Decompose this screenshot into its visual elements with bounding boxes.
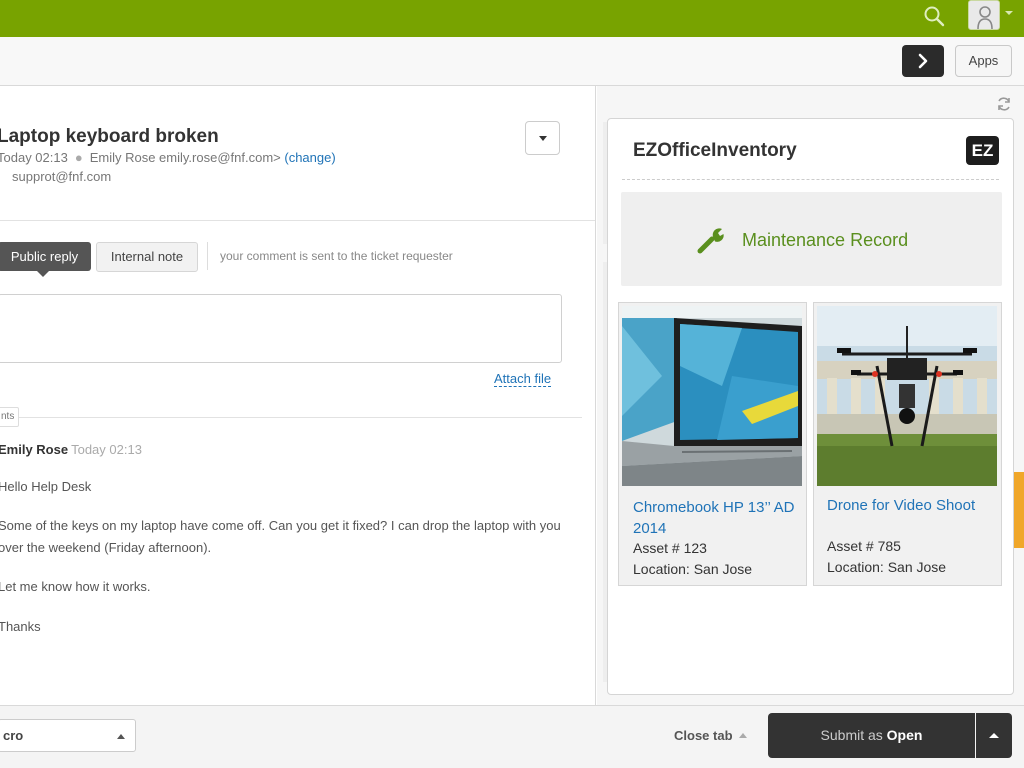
submit-prefix: Submit as [820, 727, 883, 743]
submit-options-button[interactable] [976, 713, 1012, 758]
asset-name-link[interactable]: Drone for Video Shoot [827, 495, 992, 516]
divider [0, 220, 595, 221]
comment-paragraph: Hello Help Desk [0, 479, 92, 494]
user-avatar-icon[interactable] [968, 0, 1000, 30]
apps-button[interactable]: Apps [955, 45, 1012, 77]
refresh-icon[interactable] [996, 96, 1012, 112]
chevron-down-icon[interactable] [1005, 11, 1013, 15]
reply-hint: your comment is sent to the ticket reque… [220, 249, 453, 263]
asset-number: Asset # 123 [633, 540, 707, 556]
tab-internal-note[interactable]: Internal note [96, 242, 198, 272]
ticket-title: Laptop keyboard broken [0, 126, 219, 147]
asset-location: Location: San Jose [633, 561, 753, 577]
maintenance-record-button[interactable]: Maintenance Record [621, 192, 1002, 286]
drone-image [817, 306, 997, 486]
comment-time: Today 02:13 [71, 442, 142, 457]
apply-macro-select[interactable]: cro [0, 719, 136, 752]
asset-number: Asset # 785 [827, 538, 901, 554]
tab-pointer [37, 271, 49, 277]
author-name: Emily Rose [0, 442, 69, 457]
chevron-right-icon [918, 53, 928, 69]
caret-up-icon [738, 733, 747, 738]
caret-up-icon [117, 734, 125, 739]
search-icon[interactable] [922, 4, 946, 28]
caret-up-icon [989, 733, 999, 738]
ticket-time: Today 02:13 [0, 150, 68, 165]
comment-paragraph: Thanks [0, 619, 41, 634]
asset-card[interactable]: Drone for Video Shoot Asset # 785 Locati… [813, 302, 1002, 586]
comments-label: nts [0, 407, 20, 427]
submit-status: Open [886, 727, 923, 743]
top-bar [0, 0, 1024, 37]
ticket-toolbar: Apps [0, 37, 1024, 86]
change-requester-link[interactable]: (change) [284, 150, 335, 165]
ticket-footer: cro Close tab Submit as Open [0, 705, 1024, 768]
close-tab-button[interactable]: Close tab [674, 728, 747, 743]
asset-card[interactable]: Chromebook HP 13’’ AD 2014 Asset # 123 L… [618, 302, 807, 586]
comment-author: Emily Rose Today 02:13 [0, 442, 142, 457]
ticket-cc: supprot@fnf.com [12, 169, 112, 184]
attach-file-link[interactable]: Attach file [494, 371, 552, 387]
ticket-meta: Today 02:13 ● Emily Rose emily.rose@fnf.co… [0, 150, 336, 165]
ezofficeinventory-app: EZOfficeInventory EZ Maintenance Record [607, 118, 1014, 695]
wrench-icon [697, 225, 727, 255]
divider [207, 242, 208, 270]
reply-input[interactable] [0, 294, 562, 363]
comment-paragraph: Some of the keys on my laptop have come … [0, 518, 561, 555]
app-title: EZOfficeInventory [633, 140, 797, 161]
asset-location: Location: San Jose [827, 559, 947, 575]
caret-down-icon [539, 136, 547, 141]
laptop-image [622, 306, 802, 486]
separator-dot: ● [74, 150, 83, 165]
ez-logo: EZ [966, 136, 999, 165]
ticket-requester: Emily Rose emily.rose@fnf.com> [89, 150, 281, 165]
tab-public-reply[interactable]: Public reply [0, 242, 91, 271]
divider [0, 417, 582, 418]
comment-paragraph: Let me know how it works. [0, 579, 151, 594]
submit-button[interactable]: Submit as Open [768, 713, 975, 758]
divider [622, 179, 999, 180]
ticket-options-button[interactable] [525, 121, 560, 155]
ticket-pane: Laptop keyboard broken Today 02:13 ● Emily… [0, 86, 596, 705]
maintenance-record-label: Maintenance Record [742, 230, 909, 250]
next-ticket-button[interactable] [902, 45, 944, 77]
asset-name-link[interactable]: Chromebook HP 13’’ AD 2014 [633, 497, 798, 539]
side-tab-handle[interactable] [1014, 472, 1024, 548]
macro-value: cro [3, 728, 24, 743]
close-tab-label: Close tab [674, 728, 733, 743]
